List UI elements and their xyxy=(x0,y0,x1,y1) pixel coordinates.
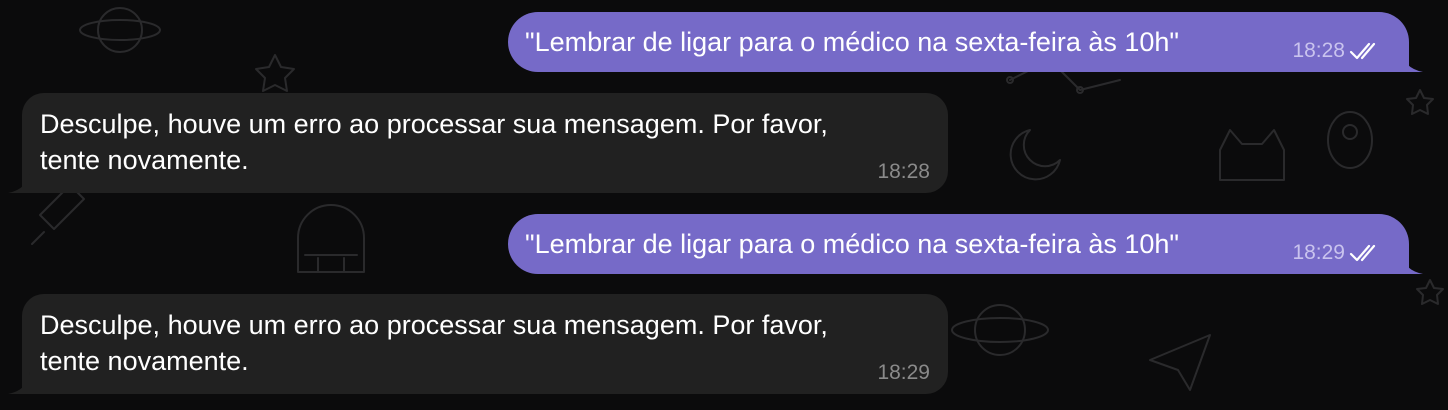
outgoing-message-bubble[interactable]: "Lembrar de ligar para o médico na sexta… xyxy=(508,214,1423,274)
outgoing-message-bubble[interactable]: "Lembrar de ligar para o médico na sexta… xyxy=(508,12,1423,72)
alien-icon xyxy=(1327,111,1373,169)
double-check-icon xyxy=(1349,244,1376,262)
ringed-planet-icon xyxy=(951,304,1049,356)
bubble-tail xyxy=(1401,252,1423,274)
message-time: 18:29 xyxy=(877,361,930,384)
message-text: "Lembrar de ligar para o médico na sexta… xyxy=(525,27,1180,57)
message-text: "Lembrar de ligar para o médico na sexta… xyxy=(525,229,1180,259)
message-time: 18:29 xyxy=(1292,241,1345,264)
star-icon xyxy=(255,54,295,92)
message-meta: 18:28 xyxy=(1292,38,1381,64)
message-text: Desculpe, houve um erro ao processar sua… xyxy=(40,109,828,175)
message-meta: 18:29 xyxy=(1292,240,1381,266)
bubble-tail xyxy=(8,171,30,193)
bubble-tail xyxy=(1401,50,1423,72)
cat-icon xyxy=(1219,129,1285,181)
paper-plane-icon xyxy=(1149,334,1211,391)
message-time: 18:28 xyxy=(877,160,930,183)
rocket-icon xyxy=(31,184,85,245)
double-check-icon xyxy=(1349,42,1376,60)
message-text: Desculpe, houve um erro ao processar sua… xyxy=(40,310,828,376)
moon-icon xyxy=(1009,129,1061,181)
bubble-tail xyxy=(8,372,30,394)
planet-icon xyxy=(79,7,161,53)
message-time: 18:28 xyxy=(1292,39,1345,62)
observatory-icon xyxy=(297,204,365,273)
incoming-message-bubble[interactable]: Desculpe, houve um erro ao processar sua… xyxy=(8,294,948,394)
incoming-message-bubble[interactable]: Desculpe, houve um erro ao processar sua… xyxy=(8,93,948,193)
